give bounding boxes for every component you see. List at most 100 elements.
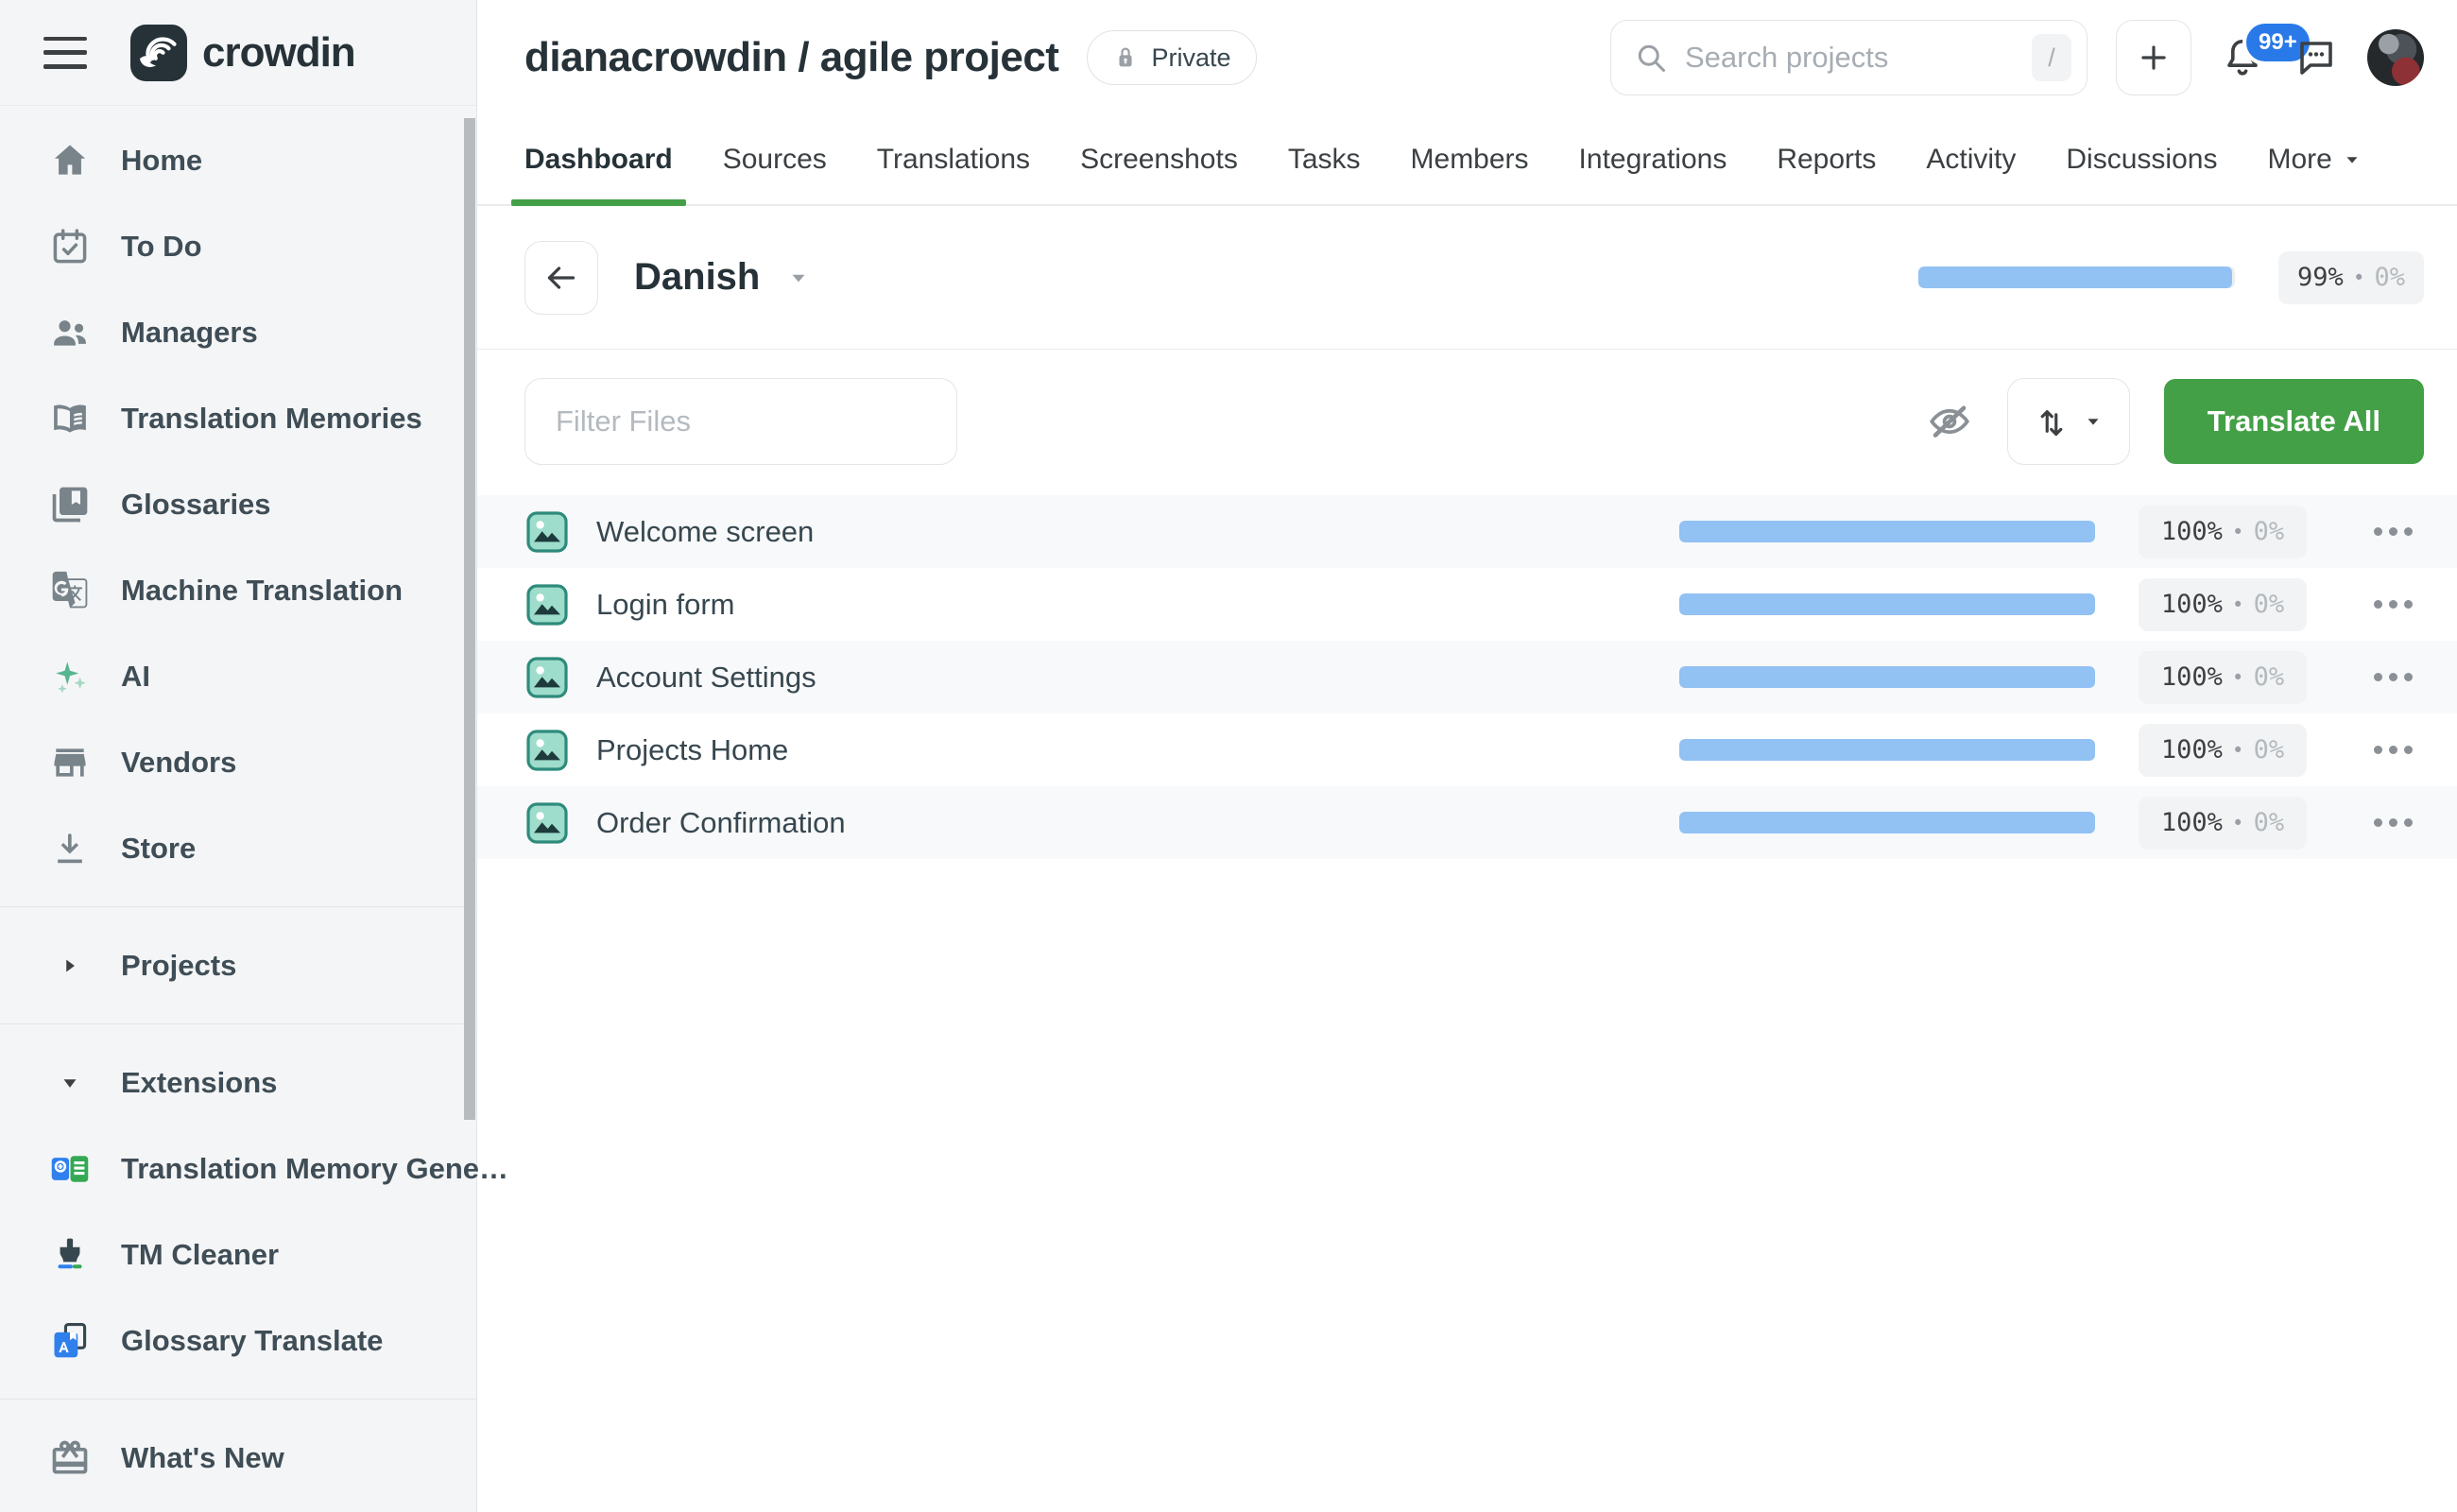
caret-right-icon [47,943,93,988]
file-actions-menu-icon[interactable] [2362,508,2424,556]
files-toolbar-actions: Translate All [1926,378,2424,465]
sidebar-item-machine-translation[interactable]: Machine Translation [0,547,476,633]
translate-all-button[interactable]: Translate All [2164,379,2424,464]
sidebar-item-ai[interactable]: AI [0,633,476,719]
translated-percent: 100% [2161,735,2223,765]
tm-generator-icon [47,1146,93,1192]
sidebar-item-label: Store [121,832,196,866]
sidebar-scrollbar[interactable] [464,118,475,1120]
tab-screenshots[interactable]: Screenshots [1080,144,1238,204]
tab-translations[interactable]: Translations [877,144,1030,204]
tab-more[interactable]: More [2267,144,2362,204]
sidebar-item-label: AI [121,660,150,694]
toggle-hidden-files-button[interactable] [1926,398,1973,445]
sidebar-item-home[interactable]: Home [0,117,476,203]
sidebar-item-label: Glossaries [121,488,271,522]
translated-percent: 100% [2161,808,2223,837]
sidebar-item-vendors[interactable]: Vendors [0,719,476,805]
tab-label: More [2267,144,2331,176]
search-input[interactable] [1685,41,2015,75]
file-actions-menu-icon[interactable] [2362,799,2424,847]
sidebar-item-label: Translation Memory Gene… [121,1152,508,1186]
crowdin-logo[interactable]: crowdin [130,25,355,81]
tab-label: Members [1411,144,1529,176]
file-progress-badge: 100%•0% [2139,724,2307,777]
tab-sources[interactable]: Sources [723,144,827,204]
sidebar-divider [0,1399,476,1400]
language-progress-area: 99% • 0% [1918,251,2424,304]
sidebar-item-label: Glossary Translate [121,1324,383,1358]
tab-reports[interactable]: Reports [1777,144,1876,204]
sidebar-item-label: Vendors [121,746,236,780]
sidebar-item-store[interactable]: Store [0,805,476,891]
filter-files-input[interactable] [524,378,957,465]
file-row-meta: 100%•0% [1679,724,2424,777]
translated-percent: 99% [2297,263,2344,292]
file-row-login-form[interactable]: Login form 100%•0% [477,568,2457,641]
home-icon [47,138,93,183]
tab-label: Sources [723,144,827,176]
tab-members[interactable]: Members [1411,144,1529,204]
user-avatar[interactable] [2367,29,2424,86]
language-switcher-caret[interactable] [786,266,811,290]
sidebar-item-glossary-translate[interactable]: Glossary Translate [0,1297,476,1383]
translation-memories-icon [47,396,93,441]
tab-dashboard[interactable]: Dashboard [524,144,673,204]
sidebar-item-translation-memories[interactable]: Translation Memories [0,375,476,461]
sidebar-item-translation-memory-gene[interactable]: Translation Memory Gene… [0,1125,476,1211]
sidebar-item-what-s-new[interactable]: What's New [0,1415,476,1501]
back-button[interactable] [524,241,598,315]
eye-off-icon [1926,398,1973,445]
hamburger-menu-icon[interactable] [43,37,87,69]
notifications-button[interactable]: 99+ [2220,35,2265,80]
file-name[interactable]: Account Settings [596,661,816,695]
sidebar-item-label: TM Cleaner [121,1238,279,1272]
sidebar-item-help-support[interactable]: ?Help & Support [0,1501,476,1512]
tab-activity[interactable]: Activity [1926,144,2016,204]
sidebar-header: crowdin [0,0,476,106]
sidebar-item-to-do[interactable]: To Do [0,203,476,289]
topbar: dianacrowdin / agile project Private / [477,0,2457,115]
search-shortcut-hint: / [2032,34,2071,81]
sidebar: crowdin HomeTo DoManagersTranslation Mem… [0,0,477,1512]
chevron-down-icon [786,266,811,290]
file-actions-menu-icon[interactable] [2362,654,2424,701]
chevron-down-icon [2083,411,2104,432]
sidebar-item-tm-cleaner[interactable]: TM Cleaner [0,1211,476,1297]
project-title: dianacrowdin / agile project [524,34,1058,81]
approved-percent: 0% [2254,735,2285,765]
tab-discussions[interactable]: Discussions [2066,144,2217,204]
file-actions-menu-icon[interactable] [2362,581,2424,628]
file-progress-badge: 100%•0% [2139,797,2307,850]
plus-icon [2136,40,2172,76]
tab-label: Translations [877,144,1030,176]
create-project-button[interactable] [2116,20,2191,95]
sidebar-nav: HomeTo DoManagersTranslation Memories Glo… [0,106,476,1512]
file-row-welcome-screen[interactable]: Welcome screen100%•0% [477,495,2457,568]
file-name[interactable]: Login form [596,588,734,622]
sidebar-item-glossaries[interactable]: Glossaries [0,461,476,547]
file-row-order-confirmation[interactable]: Order Confirmation 100%•0% [477,786,2457,859]
tab-tasks[interactable]: Tasks [1288,144,1361,204]
search-box[interactable]: / [1610,20,2088,95]
file-row-projects-home[interactable]: Projects Home 100%•0% [477,713,2457,786]
file-name[interactable]: Projects Home [596,733,788,767]
file-name[interactable]: Order Confirmation [596,806,846,840]
main-content: dianacrowdin / agile project Private / [477,0,2457,1512]
file-name[interactable]: Welcome screen [596,515,814,549]
sidebar-item-managers[interactable]: Managers [0,289,476,375]
sidebar-item-label: Machine Translation [121,574,403,608]
messages-button[interactable] [2294,35,2339,80]
file-row-account-settings[interactable]: Account Settings100%•0% [477,641,2457,713]
file-progress-bar [1679,739,2095,761]
sidebar-item-extensions[interactable]: Extensions [0,1040,476,1125]
glossary-translate-icon [47,1318,93,1364]
file-list: Welcome screen100%•0%Login form100%•0%Ac… [477,495,2457,859]
sort-files-button[interactable] [2007,378,2130,465]
language-progress-badge: 99% • 0% [2278,251,2424,304]
file-row-meta: 100%•0% [1679,578,2424,631]
file-actions-menu-icon[interactable] [2362,727,2424,774]
sidebar-item-label: Extensions [121,1066,277,1100]
sidebar-item-projects[interactable]: Projects [0,922,476,1008]
tab-integrations[interactable]: Integrations [1579,144,1727,204]
